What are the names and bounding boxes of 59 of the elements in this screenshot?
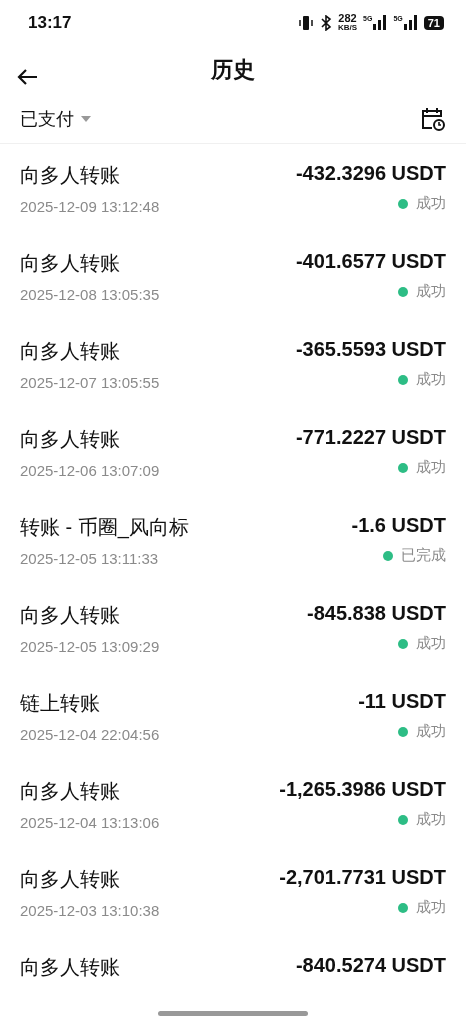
transaction-title: 向多人转账 [20,251,120,276]
page-title: 历史 [211,55,255,84]
status-dot [383,550,393,561]
status-dot [398,198,408,209]
transaction-title: 向多人转账 [20,867,120,892]
transaction-amount: -365.5593 USDT [295,338,446,361]
transaction-title: 向多人转账 [20,339,120,364]
transaction-amount: -1,265.3986 USDT [279,778,446,801]
transaction-status: 成功 [416,194,446,213]
clock-time: 13:17 [28,12,72,33]
status-dot [398,462,408,473]
status-dot [398,902,408,913]
transaction-title: 向多人转账 [20,603,120,628]
battery-level: 71 [423,15,444,30]
transaction-time: 2025-12-08 13:05:35 [20,286,160,303]
transaction-amount: -401.6577 USDT [295,250,446,273]
status-dot [398,726,408,737]
transaction-amount: -771.2227 USDT [295,426,446,449]
status-dot [398,814,408,825]
transaction-status: 成功 [416,898,446,917]
transaction-title: 转账 - 币圈_风向标 [20,515,189,541]
transaction-title: 向多人转账 [20,779,120,804]
transaction-title: 向多人转账 [20,427,120,452]
transaction-amount: -2,701.7731 USDT [279,866,446,889]
transaction-status: 成功 [416,634,446,653]
speed-value: 282 [338,13,357,25]
transaction-time: 2025-12-07 13:05:55 [20,374,160,391]
transaction-amount: -845.838 USDT [307,602,446,625]
status-dot [398,286,408,297]
transaction-time: 2025-12-04 22:04:56 [20,726,160,743]
speed-unit: KB/S [337,24,358,33]
status-dot [398,374,408,385]
transaction-amount: -1.6 USDT [351,514,446,537]
transaction-title: 链上转账 [20,691,100,716]
transaction-status: 已完成 [401,546,446,565]
signal-icon [403,15,418,31]
transaction-status: 成功 [416,722,446,741]
bluetooth-icon [319,14,332,31]
transaction-time: 2025-12-06 13:07:09 [20,462,160,479]
transaction-time: 2025-12-09 13:12:48 [20,198,160,215]
transaction-time: 2025-12-03 13:10:38 [20,902,160,919]
caret-icon [80,114,92,123]
transaction-status: 成功 [416,458,446,477]
transaction-amount: -11 USDT [358,690,446,713]
calendar-clock-icon[interactable] [420,105,446,132]
filter-dropdown[interactable]: 已支付 [20,106,92,131]
signal-icon [373,15,388,31]
transaction-title: 向多人转账 [20,163,120,188]
transaction-amount: -840.5274 USDT [295,954,446,977]
transaction-time: 2025-12-04 13:13:06 [20,814,160,831]
transaction-status: 成功 [416,810,446,829]
transaction-time: 2025-12-05 13:11:33 [20,550,159,567]
transaction-status: 成功 [416,282,446,301]
transaction-time: 2025-12-05 13:09:29 [20,638,160,655]
transaction-title: 向多人转账 [20,955,120,980]
transaction-status: 成功 [416,370,446,389]
status-dot [398,638,408,649]
vibrate-icon [297,14,314,31]
transaction-amount: -432.3296 USDT [295,162,446,185]
